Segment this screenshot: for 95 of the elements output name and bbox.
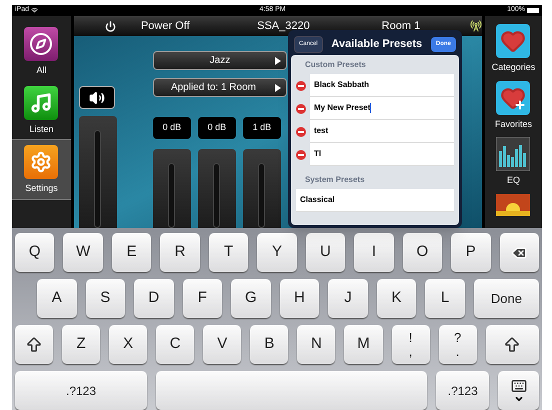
zone-name[interactable]: SSA_3220 bbox=[236, 18, 331, 34]
numbers-key[interactable]: .?123 bbox=[15, 371, 148, 410]
slider-track[interactable] bbox=[198, 149, 236, 228]
nav-item[interactable]: Settings bbox=[12, 139, 71, 200]
mute-button[interactable] bbox=[78, 86, 115, 109]
key[interactable]: Z bbox=[62, 325, 100, 364]
delete-icon[interactable] bbox=[296, 104, 306, 114]
key[interactable]: W bbox=[63, 233, 103, 272]
gain-readout: 1 dB bbox=[242, 117, 281, 139]
key[interactable]: C bbox=[156, 325, 194, 364]
nav-label: Settings bbox=[25, 182, 58, 195]
key[interactable]: J bbox=[328, 279, 368, 318]
preset-row[interactable]: Tl bbox=[310, 143, 454, 166]
slider-track[interactable] bbox=[78, 116, 117, 228]
delete-icon[interactable] bbox=[296, 80, 306, 90]
gears-icon bbox=[24, 145, 58, 179]
room-name[interactable]: Room 1 bbox=[356, 18, 446, 34]
preset-selector[interactable]: Jazz bbox=[152, 51, 287, 70]
backspace-icon bbox=[511, 244, 528, 260]
popover-title: Available Presets bbox=[331, 36, 422, 52]
shift-arrow-icon bbox=[503, 336, 522, 354]
nav-item[interactable]: All bbox=[12, 22, 71, 80]
key[interactable]: L bbox=[425, 279, 465, 318]
power-icon[interactable] bbox=[104, 20, 116, 32]
key[interactable]: Q bbox=[15, 233, 54, 272]
preset-row[interactable]: Black Sabbath bbox=[310, 74, 454, 97]
key[interactable]: O bbox=[402, 233, 442, 272]
gain-readout: 0 dB bbox=[198, 117, 236, 139]
preset-name: Tl bbox=[314, 148, 322, 160]
keyboard-down-icon bbox=[510, 378, 527, 404]
nav-item[interactable]: EQ bbox=[496, 137, 530, 192]
key[interactable]: ? . bbox=[438, 325, 477, 364]
key[interactable]: D bbox=[134, 279, 174, 318]
key[interactable]: E bbox=[112, 233, 152, 272]
key[interactable]: B bbox=[250, 325, 288, 364]
section-heading: Custom Presets bbox=[304, 59, 367, 71]
key[interactable]: R bbox=[160, 233, 200, 272]
key[interactable]: G bbox=[231, 279, 271, 318]
music-note-icon bbox=[24, 86, 58, 120]
hide-keyboard-key[interactable] bbox=[498, 371, 539, 410]
nav-item[interactable]: Categories bbox=[492, 24, 536, 78]
gain-readout: 0 dB bbox=[152, 117, 191, 139]
key[interactable]: T bbox=[208, 233, 248, 272]
key[interactable]: F bbox=[182, 279, 222, 318]
nav-item[interactable]: Favorites bbox=[494, 80, 532, 135]
preset-name: test bbox=[314, 125, 328, 137]
preset-name: Black Sabbath bbox=[314, 79, 370, 91]
key[interactable]: P bbox=[451, 233, 491, 272]
key[interactable]: Y bbox=[257, 233, 297, 272]
nav-item[interactable]: Listen bbox=[12, 80, 71, 139]
power-off-button[interactable]: Power Off bbox=[140, 18, 231, 34]
sunset-icon bbox=[496, 194, 530, 216]
compass-icon bbox=[24, 27, 58, 61]
preset-row[interactable]: test bbox=[310, 120, 454, 143]
nav-label: Listen bbox=[29, 122, 54, 136]
key[interactable]: S bbox=[86, 279, 126, 318]
key[interactable]: X bbox=[109, 325, 148, 364]
slider-track[interactable] bbox=[152, 149, 191, 228]
battery-icon bbox=[527, 8, 539, 13]
nav-label: Categories bbox=[492, 61, 536, 74]
nav-label: EQ bbox=[506, 174, 520, 187]
delete-icon[interactable] bbox=[296, 150, 306, 160]
key[interactable]: A bbox=[37, 279, 77, 318]
shift-arrow-icon bbox=[25, 336, 44, 354]
key[interactable]: K bbox=[376, 279, 416, 318]
preset-name: My New Preset bbox=[314, 102, 370, 114]
key[interactable]: N bbox=[297, 325, 336, 364]
nav-label: Favorites bbox=[494, 118, 532, 130]
text-cursor bbox=[370, 103, 372, 113]
key[interactable]: I bbox=[354, 233, 394, 272]
equalizer-icon bbox=[496, 137, 530, 171]
key[interactable]: U bbox=[306, 233, 346, 272]
key[interactable]: H bbox=[280, 279, 320, 318]
preset-name: Classical bbox=[300, 194, 335, 206]
section-heading: System Presets bbox=[304, 174, 366, 186]
delete-icon[interactable] bbox=[296, 126, 306, 136]
heart-plus-icon bbox=[496, 80, 530, 114]
play-arrow-icon bbox=[274, 84, 281, 92]
wifi-icon bbox=[31, 7, 38, 14]
shift-key[interactable] bbox=[15, 325, 54, 364]
slider-track[interactable] bbox=[242, 149, 281, 228]
applied-to-selector[interactable]: Applied to: 1 Room bbox=[152, 78, 287, 97]
numbers-key[interactable]: .?123 bbox=[436, 371, 490, 410]
preset-row[interactable]: My New Preset bbox=[310, 97, 454, 120]
key[interactable]: M bbox=[344, 325, 382, 364]
done-key[interactable]: Done bbox=[474, 279, 539, 318]
speaker-icon bbox=[88, 90, 105, 106]
antenna-icon bbox=[470, 20, 482, 32]
preset-row[interactable]: Classical bbox=[296, 189, 454, 212]
play-arrow-icon bbox=[274, 56, 281, 64]
shift-key[interactable] bbox=[486, 325, 539, 364]
nav-label: All bbox=[36, 64, 46, 77]
key[interactable]: ! , bbox=[392, 325, 430, 364]
key[interactable]: V bbox=[203, 325, 242, 364]
backspace-key[interactable] bbox=[500, 233, 539, 272]
